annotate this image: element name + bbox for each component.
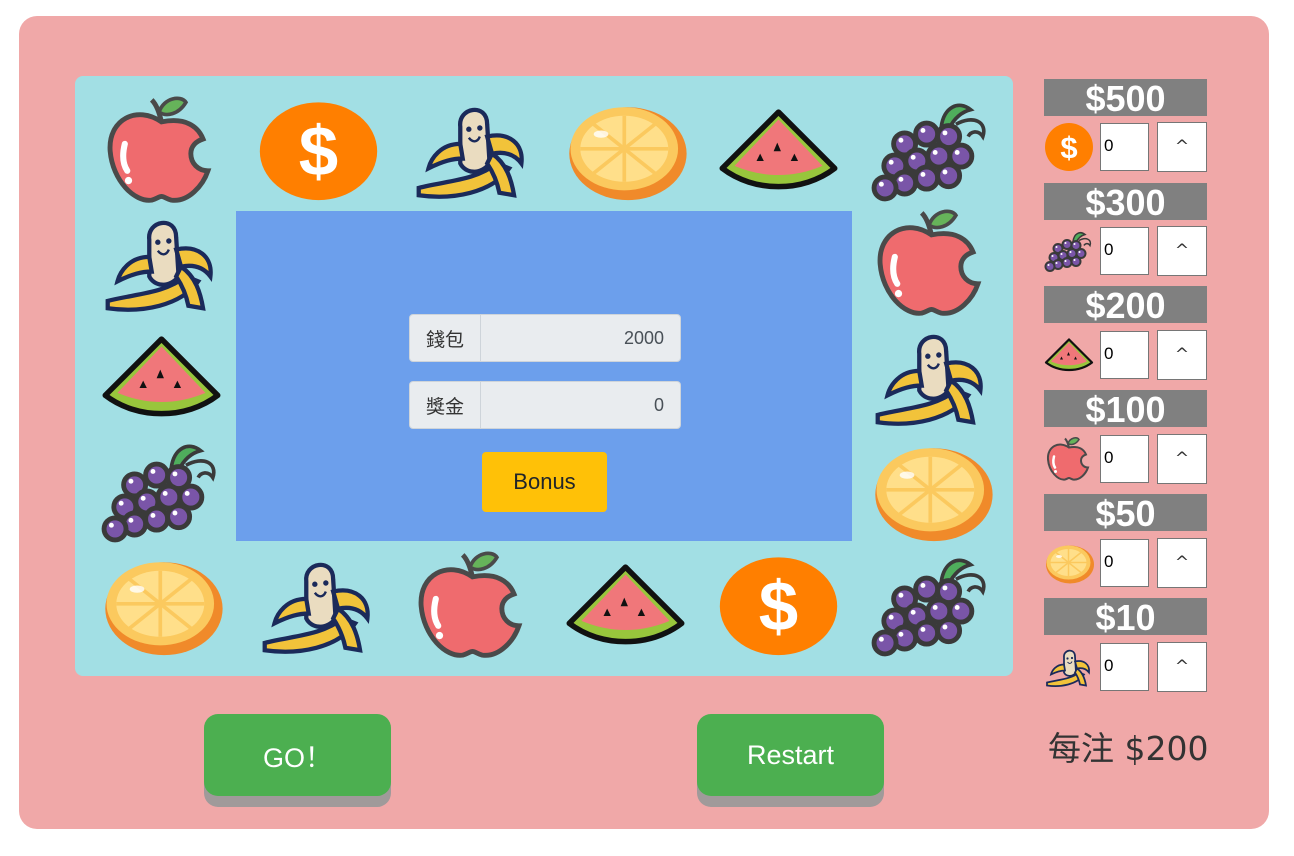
bet-amount-input[interactable]: 0 (1100, 331, 1149, 379)
banana-icon (1046, 649, 1090, 687)
banana-icon (262, 562, 370, 654)
apple-icon (877, 209, 982, 316)
dollar-icon: $ (1045, 123, 1093, 171)
prize-label: 獎金 (410, 382, 481, 428)
banana-icon (416, 107, 524, 199)
bet-increase-button[interactable]: ^ (1157, 538, 1207, 588)
bet-increase-button[interactable]: ^ (1157, 330, 1207, 380)
grape-icon (101, 444, 216, 543)
bet-increase-button[interactable]: ^ (1157, 226, 1207, 276)
board-cell (869, 436, 994, 546)
board-cell (410, 95, 535, 205)
bet-amount-input[interactable]: 0 (1100, 539, 1149, 587)
bet-increase-button[interactable]: ^ (1157, 122, 1207, 172)
wallet-label: 錢包 (410, 315, 481, 361)
orange-icon (105, 562, 223, 656)
bet-amount-input[interactable]: 0 (1100, 643, 1149, 691)
banana-icon (105, 220, 213, 312)
svg-text:$: $ (1060, 130, 1077, 165)
board-cell (99, 550, 224, 660)
bet-price: $50 (1044, 494, 1207, 534)
watermelon-icon (102, 336, 221, 417)
wallet-value: 2000 (623, 327, 664, 348)
board-cell (563, 550, 688, 660)
board-cell (869, 322, 994, 432)
grape-icon (871, 103, 986, 202)
bet-amount-input[interactable]: 0 (1100, 227, 1149, 275)
apple-icon (107, 96, 212, 203)
board-cell (869, 208, 994, 318)
board-cell (716, 95, 841, 205)
per-bet-amount: 每注 $200 (1048, 729, 1209, 768)
prize-value: 0 (653, 394, 664, 415)
bet-price: $300 (1044, 183, 1207, 223)
watermelon-icon (566, 564, 685, 645)
svg-text:$: $ (299, 113, 338, 192)
dollar-icon: $ (719, 557, 838, 656)
grape-icon (1044, 232, 1092, 272)
banana-icon (875, 334, 983, 426)
bet-icon (1044, 330, 1094, 380)
bet-icon (1044, 642, 1094, 692)
board-cell: $ (256, 95, 381, 205)
go-button[interactable]: GO！ (204, 714, 391, 796)
bet-price: $10 (1044, 598, 1207, 638)
board-cell (869, 95, 994, 205)
board-cell (99, 436, 224, 546)
bet-icon (1044, 226, 1094, 276)
board-cell: $ (716, 550, 841, 660)
board-cell (99, 322, 224, 432)
svg-text:$: $ (759, 568, 798, 647)
bet-icon (1044, 538, 1094, 588)
orange-icon (1046, 545, 1094, 584)
restart-button[interactable]: Restart (697, 714, 884, 796)
orange-icon (569, 107, 687, 201)
board-cell (256, 550, 381, 660)
board-cell (99, 208, 224, 318)
bet-amount-input[interactable]: 0 (1100, 435, 1149, 483)
board-cell (869, 550, 994, 660)
bet-icon (1044, 434, 1094, 484)
board-cell (563, 95, 688, 205)
bet-amount-input[interactable]: 0 (1100, 123, 1149, 171)
watermelon-icon (1044, 338, 1094, 372)
board-cell (99, 95, 224, 205)
watermelon-icon (719, 109, 838, 190)
bonus-button[interactable]: Bonus (482, 452, 607, 512)
grape-icon (871, 558, 986, 657)
bet-price: $500 (1044, 79, 1207, 119)
dollar-icon: $ (259, 102, 378, 201)
wallet-field: 錢包 2000 (409, 314, 681, 362)
apple-icon (418, 551, 523, 658)
bet-increase-button[interactable]: ^ (1157, 642, 1207, 692)
board-cell (410, 550, 535, 660)
orange-icon (875, 448, 993, 542)
apple-icon (1046, 437, 1090, 481)
prize-field: 獎金 0 (409, 381, 681, 429)
bet-increase-button[interactable]: ^ (1157, 434, 1207, 484)
bet-icon: $ (1044, 122, 1094, 172)
bet-price: $100 (1044, 390, 1207, 430)
bet-price: $200 (1044, 286, 1207, 326)
